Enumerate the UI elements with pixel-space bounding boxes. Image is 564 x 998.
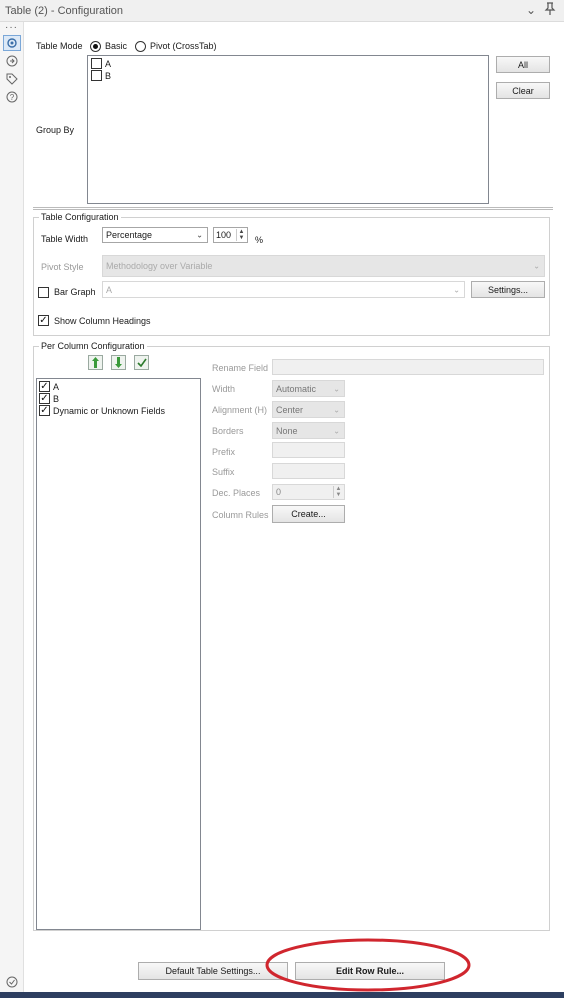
pin-icon[interactable] <box>544 2 556 19</box>
gear-icon <box>7 38 17 48</box>
width-label: Width <box>212 384 236 394</box>
help-icon[interactable]: ? <box>5 90 19 104</box>
list-item[interactable]: A <box>91 58 111 69</box>
title-bar: Table (2) - Configuration ⌄ <box>0 0 564 22</box>
window-title: Table (2) - Configuration <box>5 5 124 17</box>
bar-graph-checkbox[interactable] <box>38 287 49 298</box>
alignment-label: Alignment (H) <box>212 405 268 415</box>
checkbox[interactable] <box>91 70 102 81</box>
table-width-label: Table Width <box>41 234 89 244</box>
alignment-select[interactable]: Center ⌄ <box>272 401 345 418</box>
rename-field-input[interactable] <box>272 359 544 375</box>
prefix-input[interactable] <box>272 442 345 458</box>
radio-basic[interactable] <box>90 41 101 52</box>
move-down-button[interactable] <box>111 355 126 370</box>
checkbox[interactable]: ✓ <box>39 405 50 416</box>
tag-icon[interactable] <box>5 72 19 86</box>
borders-label: Borders <box>212 426 244 436</box>
divider <box>33 207 553 210</box>
group-by-list[interactable]: A B <box>87 55 489 204</box>
chevron-down-icon: ⌄ <box>453 285 460 294</box>
check-circle-icon[interactable] <box>5 975 19 989</box>
create-button[interactable]: Create... <box>272 505 345 523</box>
chevron-down-icon: ⌄ <box>333 384 340 393</box>
show-headings-checkbox[interactable]: ✓ <box>38 315 49 326</box>
dec-places-label: Dec. Places <box>212 488 261 498</box>
up-arrow-icon <box>92 357 99 368</box>
suffix-input[interactable] <box>272 463 345 479</box>
bar-graph-field-select[interactable]: A ⌄ <box>102 281 465 298</box>
chevron-down-icon[interactable]: ⌄ <box>526 3 536 17</box>
dec-places-input[interactable]: 0 ▲ ▼ <box>272 484 345 500</box>
all-button[interactable]: All <box>496 56 550 73</box>
svg-text:?: ? <box>10 93 15 102</box>
checkbox[interactable]: ✓ <box>39 393 50 404</box>
tool-rail <box>0 22 24 998</box>
prefix-label: Prefix <box>212 447 236 457</box>
spinner-icon[interactable]: ▲ ▼ <box>333 486 343 498</box>
chevron-down-icon: ⌄ <box>333 405 340 414</box>
pivot-style-select[interactable]: Methodology over Variable ⌄ <box>102 255 545 277</box>
connection-icon[interactable] <box>5 54 19 68</box>
column-rules-label: Column Rules <box>212 510 269 520</box>
clear-button[interactable]: Clear <box>496 82 550 99</box>
width-select[interactable]: Automatic ⌄ <box>272 380 345 397</box>
table-config-title: Table Configuration <box>39 212 121 222</box>
borders-select[interactable]: None ⌄ <box>272 422 345 439</box>
chevron-down-icon: ⌄ <box>333 426 340 435</box>
suffix-label: Suffix <box>212 467 235 477</box>
table-width-select[interactable]: Percentage ⌄ <box>102 227 208 243</box>
group-by-label: Group By <box>36 125 75 135</box>
column-field-list[interactable]: ✓ A ✓ B ✓ Dynamic or Unknown Fields <box>36 378 201 930</box>
list-item[interactable]: ✓ Dynamic or Unknown Fields <box>39 405 165 416</box>
radio-pivot-label: Pivot (CrossTab) <box>150 41 217 51</box>
pivot-style-label: Pivot Style <box>41 262 84 272</box>
chevron-down-icon: ⌄ <box>196 230 203 240</box>
spinner-icon[interactable]: ▲ ▼ <box>236 229 246 241</box>
bottom-bar <box>0 992 564 998</box>
list-item[interactable]: B <box>91 70 111 81</box>
settings-button[interactable]: Settings... <box>471 281 545 298</box>
more-dots-icon[interactable]: ··· <box>5 22 18 33</box>
move-up-button[interactable] <box>88 355 103 370</box>
check-icon <box>136 358 147 367</box>
annotation-ellipse <box>265 938 471 992</box>
show-headings-label: Show Column Headings <box>54 316 151 326</box>
radio-pivot[interactable] <box>135 41 146 52</box>
table-mode-label: Table Mode <box>36 41 83 51</box>
checkbox[interactable] <box>91 58 102 69</box>
bar-graph-label: Bar Graph <box>54 287 96 297</box>
check-all-button[interactable] <box>134 355 149 370</box>
chevron-down-icon: ⌄ <box>533 261 540 271</box>
unit-label: % <box>255 235 264 245</box>
table-width-value[interactable]: 100 ▲ ▼ <box>213 227 248 243</box>
list-item[interactable]: ✓ B <box>39 393 59 404</box>
radio-basic-label: Basic <box>105 41 128 51</box>
checkbox[interactable]: ✓ <box>39 381 50 392</box>
per-column-title: Per Column Configuration <box>39 341 147 351</box>
down-arrow-icon <box>115 357 122 368</box>
config-tab[interactable] <box>3 35 21 51</box>
list-item[interactable]: ✓ A <box>39 381 59 392</box>
rename-field-label: Rename Field <box>212 363 269 373</box>
